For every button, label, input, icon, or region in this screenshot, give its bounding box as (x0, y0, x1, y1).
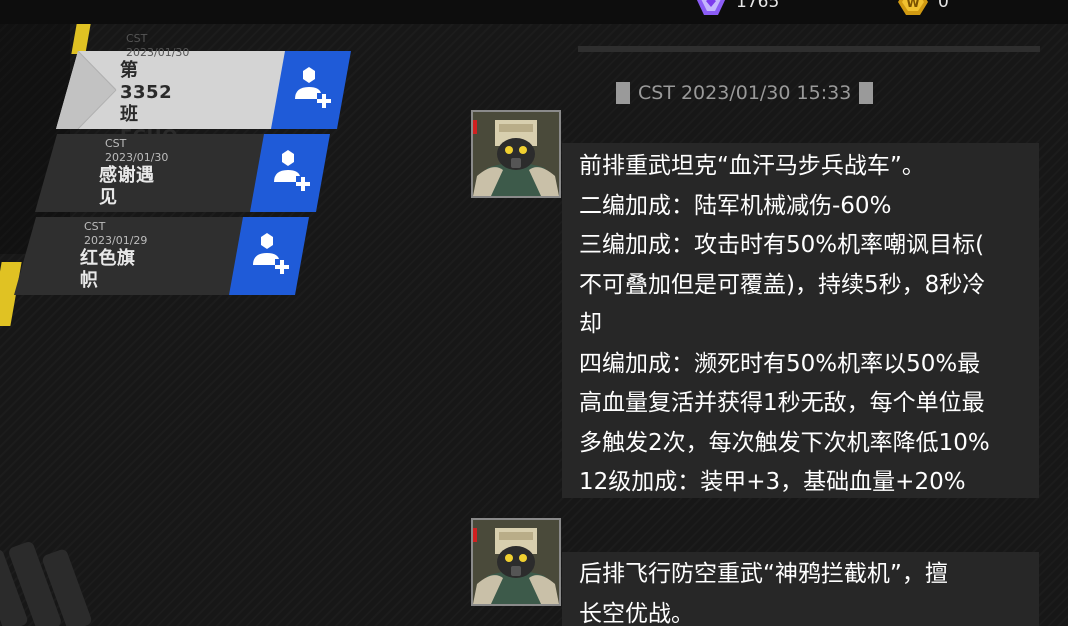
message-bubble: 后排飞行防空重武“神鸦拦截机”，擅 长空优战。 (562, 552, 1039, 626)
gas-mask-soldier-avatar[interactable] (471, 110, 561, 198)
gold-coin-icon: W (898, 0, 928, 15)
yellow-accent-stripe (71, 24, 91, 54)
message-line: 后排飞行防空重武“神鸦拦截机”，擅 (579, 561, 948, 587)
message-line: 高血量复活并获得1秒无敌，每个单位最 (579, 390, 985, 416)
message-line: 二编加成：陆军机械减伤-60% (579, 192, 892, 219)
fist-emblem-icon (0, 520, 110, 626)
message-line: 却 (579, 311, 602, 337)
chat-item-date: CST 2023/01/30 (126, 32, 190, 59)
add-friend-button[interactable] (229, 217, 309, 295)
unread-marker (473, 528, 477, 542)
message-line: 长空优战。 (579, 600, 694, 626)
chat-item-date: CST 2023/01/30 (105, 137, 169, 164)
currency-gems: 1765 (696, 0, 780, 15)
add-friend-button[interactable] (250, 134, 330, 212)
add-friend-button[interactable] (271, 51, 351, 129)
chat-item-meta: CST 2023/01/30 感谢遇见 (99, 134, 168, 212)
currency-coins: W 0 (898, 0, 949, 15)
unread-marker (473, 120, 477, 134)
message-line: 12级加成：装甲+3，基础血量+20% (579, 469, 966, 495)
timestamp-bracket (859, 82, 874, 104)
chat-item-name: 红色旗帜 (80, 248, 136, 291)
svg-text:W: W (906, 0, 919, 10)
message-bubble: 前排重武坦克“血汗马步兵战车”。 二编加成：陆军机械减伤-60% 三编加成：攻击… (562, 143, 1039, 498)
message-line: 前排重武坦克“血汗马步兵战车”。 (579, 153, 925, 179)
message-line: 多触发2次，每次触发下次机率降低10% (579, 429, 990, 456)
message-line: 三编加成：攻击时有50%机率嘲讽目标( (579, 232, 985, 258)
message-timestamp: CST 2023/01/30 15:33 (616, 80, 874, 106)
chat-item-meta: CST 2023/01/29 红色旗帜 (80, 217, 147, 295)
coin-count: 0 (938, 0, 949, 12)
purple-gem-icon (696, 0, 726, 15)
chat-item-name: 感谢遇见 (99, 165, 155, 208)
message-line: 不可叠加但是可覆盖)，持续5秒，8秒冷 (579, 271, 986, 298)
timestamp-bracket (616, 82, 630, 104)
chat-item-date: CST 2023/01/29 (84, 220, 148, 247)
chat-screen: 1765 W 0 CST 2023/01/30 第3352班 CST 2023/… (0, 0, 1068, 626)
message-line: 四编加成：濒死时有50%机率以50%最 (579, 350, 981, 377)
chat-header-divider (578, 46, 1040, 52)
gas-mask-soldier-avatar[interactable] (471, 518, 561, 606)
chat-item-meta: CST 2023/01/30 第3352班ECHO (120, 32, 189, 147)
gem-count: 1765 (736, 0, 780, 12)
timestamp-text: CST 2023/01/30 15:33 (638, 82, 852, 104)
